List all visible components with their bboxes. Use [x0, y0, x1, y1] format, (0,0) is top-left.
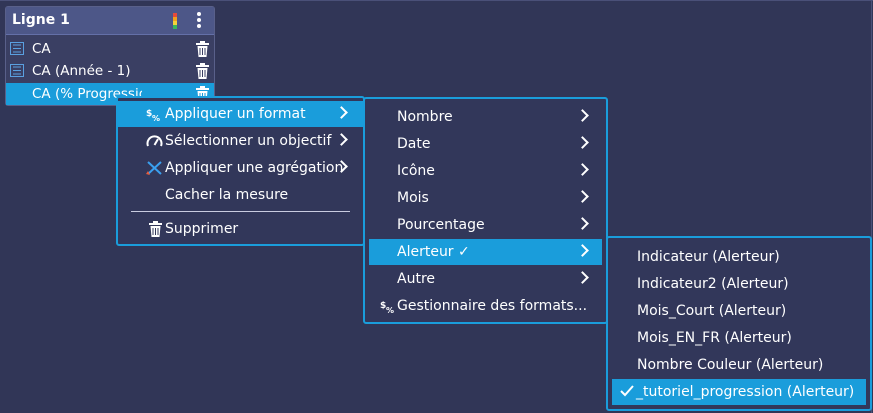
menu-item-date[interactable]: Date [365, 131, 606, 157]
menu-item-label: Cacher la mesure [165, 187, 289, 203]
chevron-right-icon [576, 271, 589, 284]
measure-label: CA [32, 41, 51, 57]
chevron-right-icon [576, 190, 589, 203]
chevron-right-icon [576, 244, 589, 257]
measure-row[interactable]: CA [6, 38, 214, 60]
panel-header: Ligne 1 [6, 7, 214, 35]
menu-separator [131, 211, 350, 212]
menu-item-percentage[interactable]: Pourcentage [365, 212, 606, 238]
chevron-right-icon [335, 106, 348, 119]
panel-title: Ligne 1 [12, 12, 70, 28]
menu-item-label: Pourcentage [397, 217, 485, 233]
menu-item-month[interactable]: Mois [365, 185, 606, 211]
menu-item-delete[interactable]: Supprimer [118, 216, 363, 242]
chevron-right-icon [335, 133, 348, 146]
menu-item-label: Mois [397, 190, 429, 206]
context-menu: $ % Appliquer un format Sélectionner un … [116, 96, 365, 246]
measure-label: CA (Année - 1) [32, 63, 131, 79]
menu-item-label: Icône [397, 163, 435, 179]
menu-item-label: Nombre [397, 109, 453, 125]
menu-item-format-manager[interactable]: $ % Gestionnaire des formats... [365, 293, 606, 319]
menu-item-label: _tutoriel_progression (Alerteur) [636, 384, 855, 400]
measure-row[interactable]: CA (Année - 1) [6, 60, 214, 82]
menu-item-alerter-option[interactable]: Indicateur (Alerteur) [608, 244, 870, 270]
menu-item-label: Mois_EN_FR (Alerteur) [637, 330, 792, 346]
menu-item-label: Date [397, 136, 431, 152]
color-palette-icon[interactable] [173, 13, 177, 29]
menu-item-number[interactable]: Nombre [365, 104, 606, 130]
menu-item-apply-aggregation[interactable]: Appliquer une agrégation [118, 155, 363, 181]
menu-item-apply-format[interactable]: $ % Appliquer un format [118, 101, 363, 127]
menu-item-alerter-option[interactable]: Mois_EN_FR (Alerteur) [608, 325, 870, 351]
measure-icon [10, 64, 24, 77]
svg-text:%: % [386, 306, 394, 314]
menu-item-label: Indicateur (Alerteur) [637, 249, 780, 265]
crossed-arrows-icon [146, 161, 162, 175]
dollar-percent-icon: $ % [146, 109, 160, 122]
trash-icon [149, 221, 162, 237]
alerter-submenu: Indicateur (Alerteur) Indicateur2 (Alert… [606, 236, 872, 411]
frame-top-line [0, 0, 873, 1]
menu-item-label: Supprimer [165, 221, 239, 237]
svg-text:%: % [152, 114, 160, 122]
menu-item-label: Alerteur ✓ [397, 244, 470, 260]
chevron-right-icon [576, 136, 589, 149]
menu-item-label: Nombre Couleur (Alerteur) [637, 357, 824, 373]
menu-item-hide-measure[interactable]: Cacher la mesure [118, 182, 363, 208]
menu-item-label: Mois_Court (Alerteur) [637, 303, 787, 319]
dollar-percent-icon: $ % [380, 301, 394, 314]
menu-item-other[interactable]: Autre [365, 266, 606, 292]
menu-item-alerter-option[interactable]: Indicateur2 (Alerteur) [608, 271, 870, 297]
check-icon [620, 385, 634, 397]
menu-item-label: Sélectionner un objectif [165, 133, 332, 149]
menu-item-label: Autre [397, 271, 436, 287]
chevron-right-icon [576, 109, 589, 122]
menu-item-alerter-selected[interactable]: _tutoriel_progression (Alerteur) [612, 379, 866, 405]
measure-panel: Ligne 1 CA CA (Année - 1) CA (% Progress… [5, 6, 215, 106]
menu-item-icon[interactable]: Icône [365, 158, 606, 184]
chevron-right-icon [576, 217, 589, 230]
menu-item-alerter[interactable]: Alerteur ✓ [369, 239, 602, 265]
menu-item-label: Indicateur2 (Alerteur) [637, 276, 789, 292]
menu-item-alerter-option[interactable]: Nombre Couleur (Alerteur) [608, 352, 870, 378]
trash-icon[interactable] [196, 63, 209, 79]
menu-item-select-objective[interactable]: Sélectionner un objectif [118, 128, 363, 154]
trash-icon[interactable] [196, 41, 209, 57]
chevron-right-icon [576, 163, 589, 176]
menu-item-label: Gestionnaire des formats... [397, 298, 588, 314]
menu-item-label: Appliquer un format [165, 106, 306, 122]
menu-item-alerter-option[interactable]: Mois_Court (Alerteur) [608, 298, 870, 324]
gauge-icon [146, 135, 163, 147]
measure-icon [10, 42, 24, 55]
menu-item-label: Appliquer une agrégation [165, 160, 344, 176]
format-submenu: Nombre Date Icône Mois Pourcentage Alert… [363, 97, 608, 324]
kebab-menu-icon[interactable] [196, 11, 202, 31]
